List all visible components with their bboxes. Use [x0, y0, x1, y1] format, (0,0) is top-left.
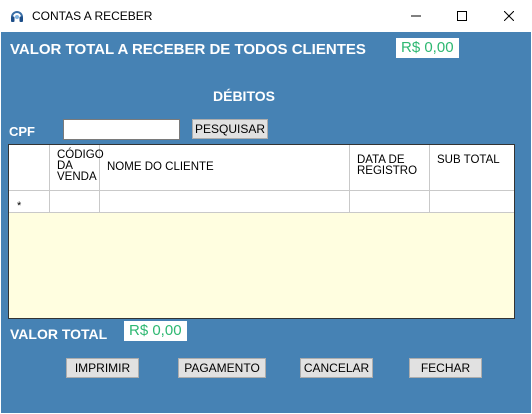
cell-data[interactable]	[350, 191, 430, 212]
total-all-value: R$ 0,00	[396, 38, 459, 58]
column-header-nome[interactable]: NOME DO CLIENTE	[100, 145, 350, 190]
total-label: VALOR TOTAL	[10, 326, 108, 342]
cell-codigo[interactable]	[50, 191, 100, 212]
close-icon	[504, 11, 514, 21]
grid-header: CÓDIGO DA VENDA NOME DO CLIENTE DATA DE …	[9, 145, 514, 191]
close-button[interactable]	[486, 0, 532, 32]
minimize-button[interactable]	[393, 0, 439, 32]
row-header-corner	[9, 145, 50, 190]
column-header-subtotal[interactable]: SUB TOTAL	[430, 145, 514, 190]
row-header: *	[9, 191, 50, 212]
close-form-button[interactable]: FECHAR	[409, 358, 482, 378]
search-button[interactable]: PESQUISAR	[192, 119, 268, 139]
cpf-label: CPF	[9, 124, 35, 139]
title-bar: CONTAS A RECEBER	[0, 0, 532, 32]
cell-nome[interactable]	[100, 191, 350, 212]
total-value: R$ 0,00	[124, 321, 187, 341]
column-header-data[interactable]: DATA DE REGISTRO	[350, 145, 430, 190]
grid-new-row[interactable]: *	[9, 191, 514, 213]
debts-grid[interactable]: CÓDIGO DA VENDA NOME DO CLIENTE DATA DE …	[8, 144, 515, 319]
minimize-icon	[411, 15, 421, 17]
total-all-label: VALOR TOTAL A RECEBER DE TODOS CLIENTES	[10, 41, 366, 58]
print-button[interactable]: IMPRIMIR	[66, 358, 139, 378]
cell-subtotal[interactable]	[430, 191, 514, 212]
maximize-icon	[457, 11, 467, 21]
section-title: DÉBITOS	[213, 88, 275, 104]
maximize-button[interactable]	[439, 0, 485, 32]
payment-button[interactable]: PAGAMENTO	[178, 358, 266, 378]
cancel-button[interactable]: CANCELAR	[300, 358, 373, 378]
new-row-marker: *	[17, 200, 22, 212]
form-client-area: VALOR TOTAL A RECEBER DE TODOS CLIENTES …	[1, 32, 531, 413]
cpf-input[interactable]	[63, 119, 180, 140]
headset-icon	[9, 8, 25, 24]
window-title: CONTAS A RECEBER	[32, 9, 153, 23]
column-header-codigo[interactable]: CÓDIGO DA VENDA	[50, 145, 104, 190]
